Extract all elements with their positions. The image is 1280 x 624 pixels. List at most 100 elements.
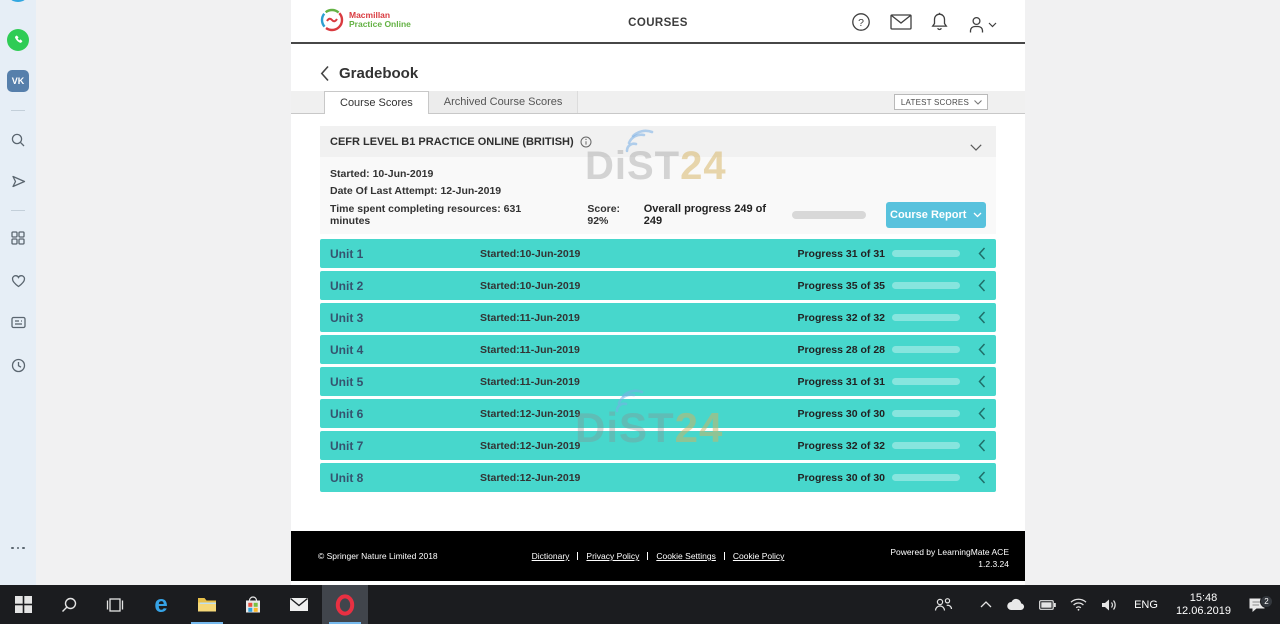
overall-progress-label: Overall progress 249 of 249 xyxy=(644,203,787,227)
unit-progress-label: Progress 30 of 30 xyxy=(797,472,885,484)
history-icon[interactable] xyxy=(0,356,36,374)
course-card-header[interactable]: CEFR LEVEL B1 PRACTICE ONLINE (BRITISH) xyxy=(320,126,996,157)
overall-progress-bar xyxy=(792,211,867,219)
unit-progress-bar xyxy=(892,474,960,481)
notification-badge: 2 xyxy=(1260,595,1273,608)
unit-name: Unit 5 xyxy=(320,375,480,389)
search-icon[interactable] xyxy=(0,131,36,149)
course-score: Score: 92% xyxy=(587,203,643,227)
opera-icon[interactable] xyxy=(322,585,368,624)
system-tray: ENG 15:48 12.06.2019 2 xyxy=(927,585,1280,624)
footer-link[interactable]: Cookie Policy xyxy=(733,551,785,561)
wifi-icon[interactable] xyxy=(1063,598,1094,611)
expand-chevron-icon[interactable] xyxy=(978,375,986,388)
unit-progress-bar xyxy=(892,346,960,353)
unit-progress-label: Progress 31 of 31 xyxy=(797,376,885,388)
telegram-icon[interactable] xyxy=(0,0,36,13)
battery-icon[interactable] xyxy=(1032,600,1063,610)
mail-icon[interactable] xyxy=(890,14,912,35)
unit-name: Unit 4 xyxy=(320,343,480,357)
chevron-down-icon xyxy=(973,212,982,218)
unit-name: Unit 1 xyxy=(320,247,480,261)
unit-started: Started:11-Jun-2019 xyxy=(480,344,780,356)
unit-progress-label: Progress 28 of 28 xyxy=(797,344,885,356)
expand-chevron-icon[interactable] xyxy=(978,471,986,484)
unit-name: Unit 6 xyxy=(320,407,480,421)
unit-progress-bar xyxy=(892,410,960,417)
course-last-attempt: Date Of Last Attempt: 12-Jun-2019 xyxy=(330,185,986,197)
expand-chevron-icon[interactable] xyxy=(978,343,986,356)
account-icon[interactable] xyxy=(967,15,997,35)
clock[interactable]: 15:48 12.06.2019 xyxy=(1167,592,1240,618)
speed-dial-icon[interactable] xyxy=(0,229,36,247)
language-indicator[interactable]: ENG xyxy=(1125,599,1167,611)
expand-chevron-icon[interactable] xyxy=(978,407,986,420)
unit-progress-label: Progress 30 of 30 xyxy=(797,408,885,420)
expand-chevron-icon[interactable] xyxy=(978,311,986,324)
my-flow-icon[interactable] xyxy=(0,172,36,190)
footer-link[interactable]: Dictionary xyxy=(532,551,587,561)
task-view-icon[interactable] xyxy=(92,585,138,624)
course-time-spent: Time spent completing resources: 631 min… xyxy=(330,203,563,227)
unit-row[interactable]: Unit 2 Started:10-Jun-2019 Progress 35 o… xyxy=(320,271,996,300)
unit-progress-label: Progress 32 of 32 xyxy=(797,440,885,452)
chevron-up-icon[interactable] xyxy=(973,601,999,608)
unit-row[interactable]: Unit 6 Started:12-Jun-2019 Progress 30 o… xyxy=(320,399,996,428)
edge-icon[interactable]: e xyxy=(138,585,184,624)
unit-started: Started:11-Jun-2019 xyxy=(480,376,780,388)
unit-row[interactable]: Unit 5 Started:11-Jun-2019 Progress 31 o… xyxy=(320,367,996,396)
help-icon[interactable]: ? xyxy=(851,12,871,37)
unit-started: Started:10-Jun-2019 xyxy=(480,248,780,260)
bookmarks-icon[interactable] xyxy=(0,272,36,290)
volume-icon[interactable] xyxy=(1094,598,1125,612)
start-icon[interactable] xyxy=(0,585,46,624)
site-panel: Macmillan Practice Online COURSES ? xyxy=(291,0,1025,585)
tab-course-scores[interactable]: Course Scores xyxy=(324,91,429,114)
unit-name: Unit 7 xyxy=(320,439,480,453)
whatsapp-icon[interactable] xyxy=(0,29,36,51)
collapse-chevron-icon[interactable] xyxy=(970,138,982,156)
store-icon[interactable] xyxy=(230,585,276,624)
file-explorer-icon[interactable] xyxy=(184,585,230,624)
taskbar-mail-icon[interactable] xyxy=(276,585,322,624)
news-icon[interactable] xyxy=(0,313,36,331)
unit-name: Unit 2 xyxy=(320,279,480,293)
unit-row[interactable]: Unit 4 Started:11-Jun-2019 Progress 28 o… xyxy=(320,335,996,364)
unit-name: Unit 3 xyxy=(320,311,480,325)
chevron-down-icon xyxy=(988,22,997,28)
latest-scores-dropdown[interactable]: LATEST SCORES xyxy=(894,94,988,110)
sidebar-divider xyxy=(11,110,25,111)
expand-chevron-icon[interactable] xyxy=(978,247,986,260)
svg-text:?: ? xyxy=(858,17,864,29)
course-started: Started: 10-Jun-2019 xyxy=(330,168,986,180)
vk-icon[interactable]: VK xyxy=(0,70,36,92)
info-icon[interactable] xyxy=(580,136,592,148)
unit-name: Unit 8 xyxy=(320,471,480,485)
unit-progress-bar xyxy=(892,314,960,321)
footer-link[interactable]: Privacy Policy xyxy=(586,551,656,561)
onedrive-cloud-icon[interactable] xyxy=(999,598,1032,611)
powered-by: Powered by LearningMate ACE xyxy=(890,546,1009,558)
unit-row[interactable]: Unit 8 Started:12-Jun-2019 Progress 30 o… xyxy=(320,463,996,492)
expand-chevron-icon[interactable] xyxy=(978,439,986,452)
taskbar-search-icon[interactable] xyxy=(46,585,92,624)
back-button[interactable] xyxy=(320,65,330,82)
unit-progress-bar xyxy=(892,378,960,385)
browser-sidebar: VK xyxy=(0,0,36,585)
unit-row[interactable]: Unit 7 Started:12-Jun-2019 Progress 32 o… xyxy=(320,431,996,460)
unit-progress-bar xyxy=(892,250,960,257)
course-report-button[interactable]: Course Report xyxy=(886,202,986,228)
unit-row[interactable]: Unit 3 Started:11-Jun-2019 Progress 32 o… xyxy=(320,303,996,332)
notifications-icon[interactable] xyxy=(931,12,948,37)
footer-link[interactable]: Cookie Settings xyxy=(656,551,733,561)
more-icon[interactable] xyxy=(0,543,36,553)
unit-started: Started:12-Jun-2019 xyxy=(480,472,780,484)
people-icon[interactable] xyxy=(927,597,973,612)
unit-progress-bar xyxy=(892,282,960,289)
tab-archived-course-scores[interactable]: Archived Course Scores xyxy=(429,91,579,113)
expand-chevron-icon[interactable] xyxy=(978,279,986,292)
app-header: Macmillan Practice Online COURSES ? xyxy=(291,0,1025,44)
action-center-icon[interactable]: 2 xyxy=(1240,597,1280,613)
unit-progress-label: Progress 35 of 35 xyxy=(797,280,885,292)
unit-row[interactable]: Unit 1 Started:10-Jun-2019 Progress 31 o… xyxy=(320,239,996,268)
